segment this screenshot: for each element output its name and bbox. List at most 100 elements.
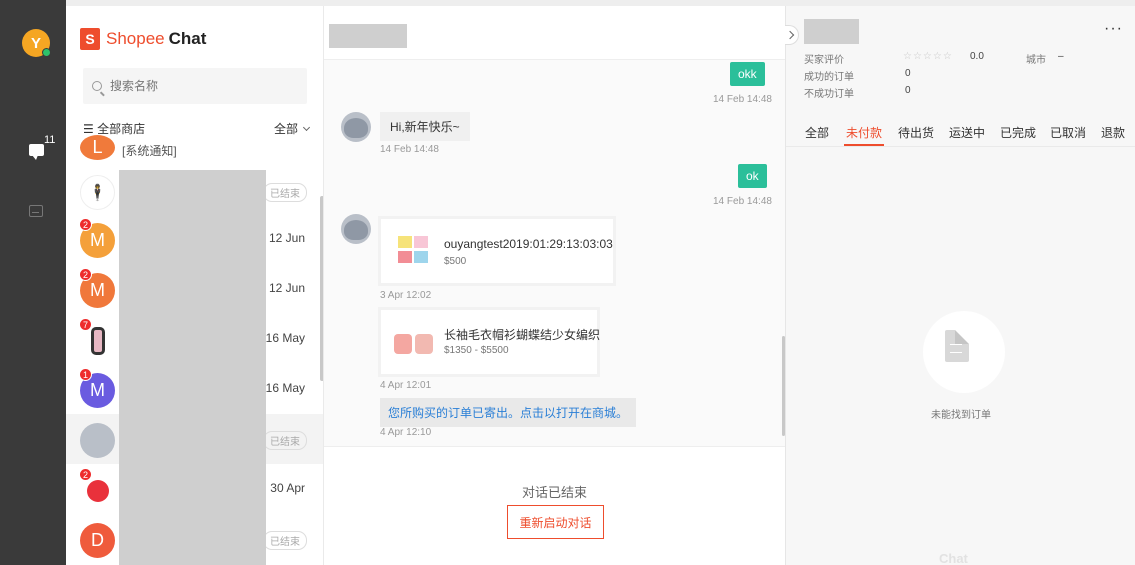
user-avatar[interactable]: Y <box>22 29 51 57</box>
sweater-left <box>394 334 412 354</box>
tab-cancelled[interactable]: 已取消 <box>1050 124 1086 141</box>
app-rail: Y 11 <box>0 0 66 565</box>
message-timestamp: 4 Apr 12:01 <box>380 380 432 391</box>
note-pink <box>414 236 428 248</box>
received-message-bubble: Hi,新年快乐~ <box>380 112 470 141</box>
unread-badge: 2 <box>79 218 93 231</box>
buyer-rating-value: 0.0 <box>970 51 984 62</box>
inbox-icon[interactable] <box>29 205 43 217</box>
contact-avatar <box>341 214 371 244</box>
chat-header <box>324 6 785 60</box>
conversation-item[interactable]: L [系统通知] <box>66 130 323 160</box>
city-value: – <box>1058 51 1064 62</box>
user-avatar <box>80 423 115 458</box>
unread-badge: 2 <box>79 468 93 481</box>
product-title: ouyangtest2019:01:29:13:03:03 <box>444 237 613 251</box>
conversation-avatar: L <box>80 135 115 160</box>
product-thumbnail <box>398 236 430 268</box>
tab-refund[interactable]: 退款 <box>1101 124 1125 141</box>
note-red <box>398 251 412 263</box>
failed-orders-label: 不成功订单 <box>804 89 854 100</box>
redacted-contact-name <box>329 24 407 48</box>
shopee-chat-logo: S Shopee Chat <box>80 28 206 50</box>
message-timestamp: 14 Feb 14:48 <box>713 196 772 207</box>
tab-shipping[interactable]: 运送中 <box>949 124 985 141</box>
order-shipped-link[interactable]: 您所购买的订单已寄出。点击以打开在商城。 <box>380 398 637 427</box>
chat-panel: okk 14 Feb 14:48 Hi,新年快乐~ 14 Feb 14:48 o… <box>324 6 785 565</box>
conversation-preview: [系统通知] <box>122 144 177 158</box>
conversation-avatar: D <box>80 523 115 558</box>
document-icon <box>945 330 969 362</box>
product-thumbnail <box>394 330 434 358</box>
product-price: $500 <box>444 256 467 267</box>
no-orders-text: 未能找到订单 <box>931 410 991 421</box>
product-price: $1350 - $5500 <box>444 345 509 356</box>
conversation-date: 16 May <box>265 381 305 395</box>
order-status-tabs: 全部 未付款 待出货 运送中 已完成 已取消 退款 <box>786 124 1135 146</box>
product-card[interactable]: ouyangtest2019:01:29:13:03:03 $500 <box>378 216 616 286</box>
logo-text-chat: Chat <box>168 29 207 48</box>
avatar-letter: M <box>90 230 105 250</box>
tab-to-ship[interactable]: 待出货 <box>898 124 934 141</box>
product-title: 长袖毛衣帽衫蝴蝶结少女编织 <box>444 328 601 342</box>
conversation-date: 30 Apr <box>270 481 305 495</box>
search-box[interactable] <box>83 68 307 104</box>
chat-footer: 对话已结束 重新启动对话 <box>324 446 785 565</box>
tabs-divider <box>786 146 1135 147</box>
restart-conversation-button[interactable]: 重新启动对话 <box>507 505 604 539</box>
conversation-date: 16 May <box>265 331 305 345</box>
redacted-buyer-name <box>804 19 859 44</box>
unread-badge: 2 <box>79 268 93 281</box>
watch-icon <box>90 326 105 355</box>
chat-icon[interactable] <box>29 144 44 160</box>
avatar-letter: Y <box>30 34 41 52</box>
conversation-ended-text: 对话已结束 <box>521 485 587 500</box>
empty-state-illustration <box>923 311 1005 393</box>
buyer-info-panel: ··· 买家评价 ☆☆☆☆☆ 0.0 城市 – 成功的订单 0 不成功订单 0 … <box>785 6 1135 565</box>
chat-watermark: Chat <box>939 551 968 565</box>
more-options-icon[interactable]: ··· <box>1104 20 1123 38</box>
successful-orders-value: 0 <box>905 68 911 79</box>
search-input[interactable] <box>110 79 290 93</box>
message-area: okk 14 Feb 14:48 Hi,新年快乐~ 14 Feb 14:48 o… <box>324 60 785 446</box>
note-blue <box>414 251 428 263</box>
tab-completed[interactable]: 已完成 <box>1000 124 1036 141</box>
silhouette-avatar: 🕴 <box>80 175 115 210</box>
failed-orders-value: 0 <box>905 85 911 96</box>
buyer-rating-label: 买家评价 <box>804 55 844 66</box>
collapse-panel-toggle[interactable] <box>785 25 799 45</box>
rating-stars: ☆☆☆☆☆ <box>903 51 953 62</box>
successful-orders-label: 成功的订单 <box>804 72 854 83</box>
tab-all[interactable]: 全部 <box>805 124 829 141</box>
sweater-right <box>415 334 433 354</box>
message-timestamp: 3 Apr 12:02 <box>380 290 432 301</box>
avatar-letter: M <box>90 280 105 300</box>
red-circle-icon <box>86 479 109 502</box>
unread-badge: 7 <box>79 318 93 331</box>
message-timestamp: 14 Feb 14:48 <box>380 144 439 155</box>
online-status-dot <box>42 48 51 57</box>
logo-text-shopee: Shopee <box>106 29 165 48</box>
sent-message-bubble: ok <box>738 164 767 188</box>
message-timestamp: 4 Apr 12:10 <box>380 427 432 438</box>
shopee-bag-icon: S <box>80 28 100 50</box>
chat-unread-count: 11 <box>44 134 56 146</box>
contact-avatar <box>341 112 371 142</box>
avatar-letter: M <box>90 380 105 400</box>
ended-status-badge: 已结束 <box>263 431 307 450</box>
product-card[interactable]: 长袖毛衣帽衫蝴蝶结少女编织 $1350 - $5500 <box>378 307 600 377</box>
sent-message-bubble: okk <box>730 62 765 86</box>
tab-unpaid[interactable]: 未付款 <box>843 124 885 146</box>
note-yellow <box>398 236 412 248</box>
city-label: 城市 <box>1026 55 1046 66</box>
ended-status-badge: 已结束 <box>263 183 307 202</box>
redacted-names-block <box>119 170 266 565</box>
avatar-letter: L <box>92 137 103 157</box>
avatar-letter: D <box>91 530 104 550</box>
ended-status-badge: 已结束 <box>263 531 307 550</box>
unread-badge: 1 <box>79 368 93 381</box>
conversation-list-panel: S Shopee Chat ☰ 全部商店 全部 L [系统通知] 🕴 已结束 M… <box>66 6 324 565</box>
conversation-date: 12 Jun <box>268 231 305 245</box>
conversation-date: 12 Jun <box>268 281 305 295</box>
search-icon <box>92 81 102 91</box>
